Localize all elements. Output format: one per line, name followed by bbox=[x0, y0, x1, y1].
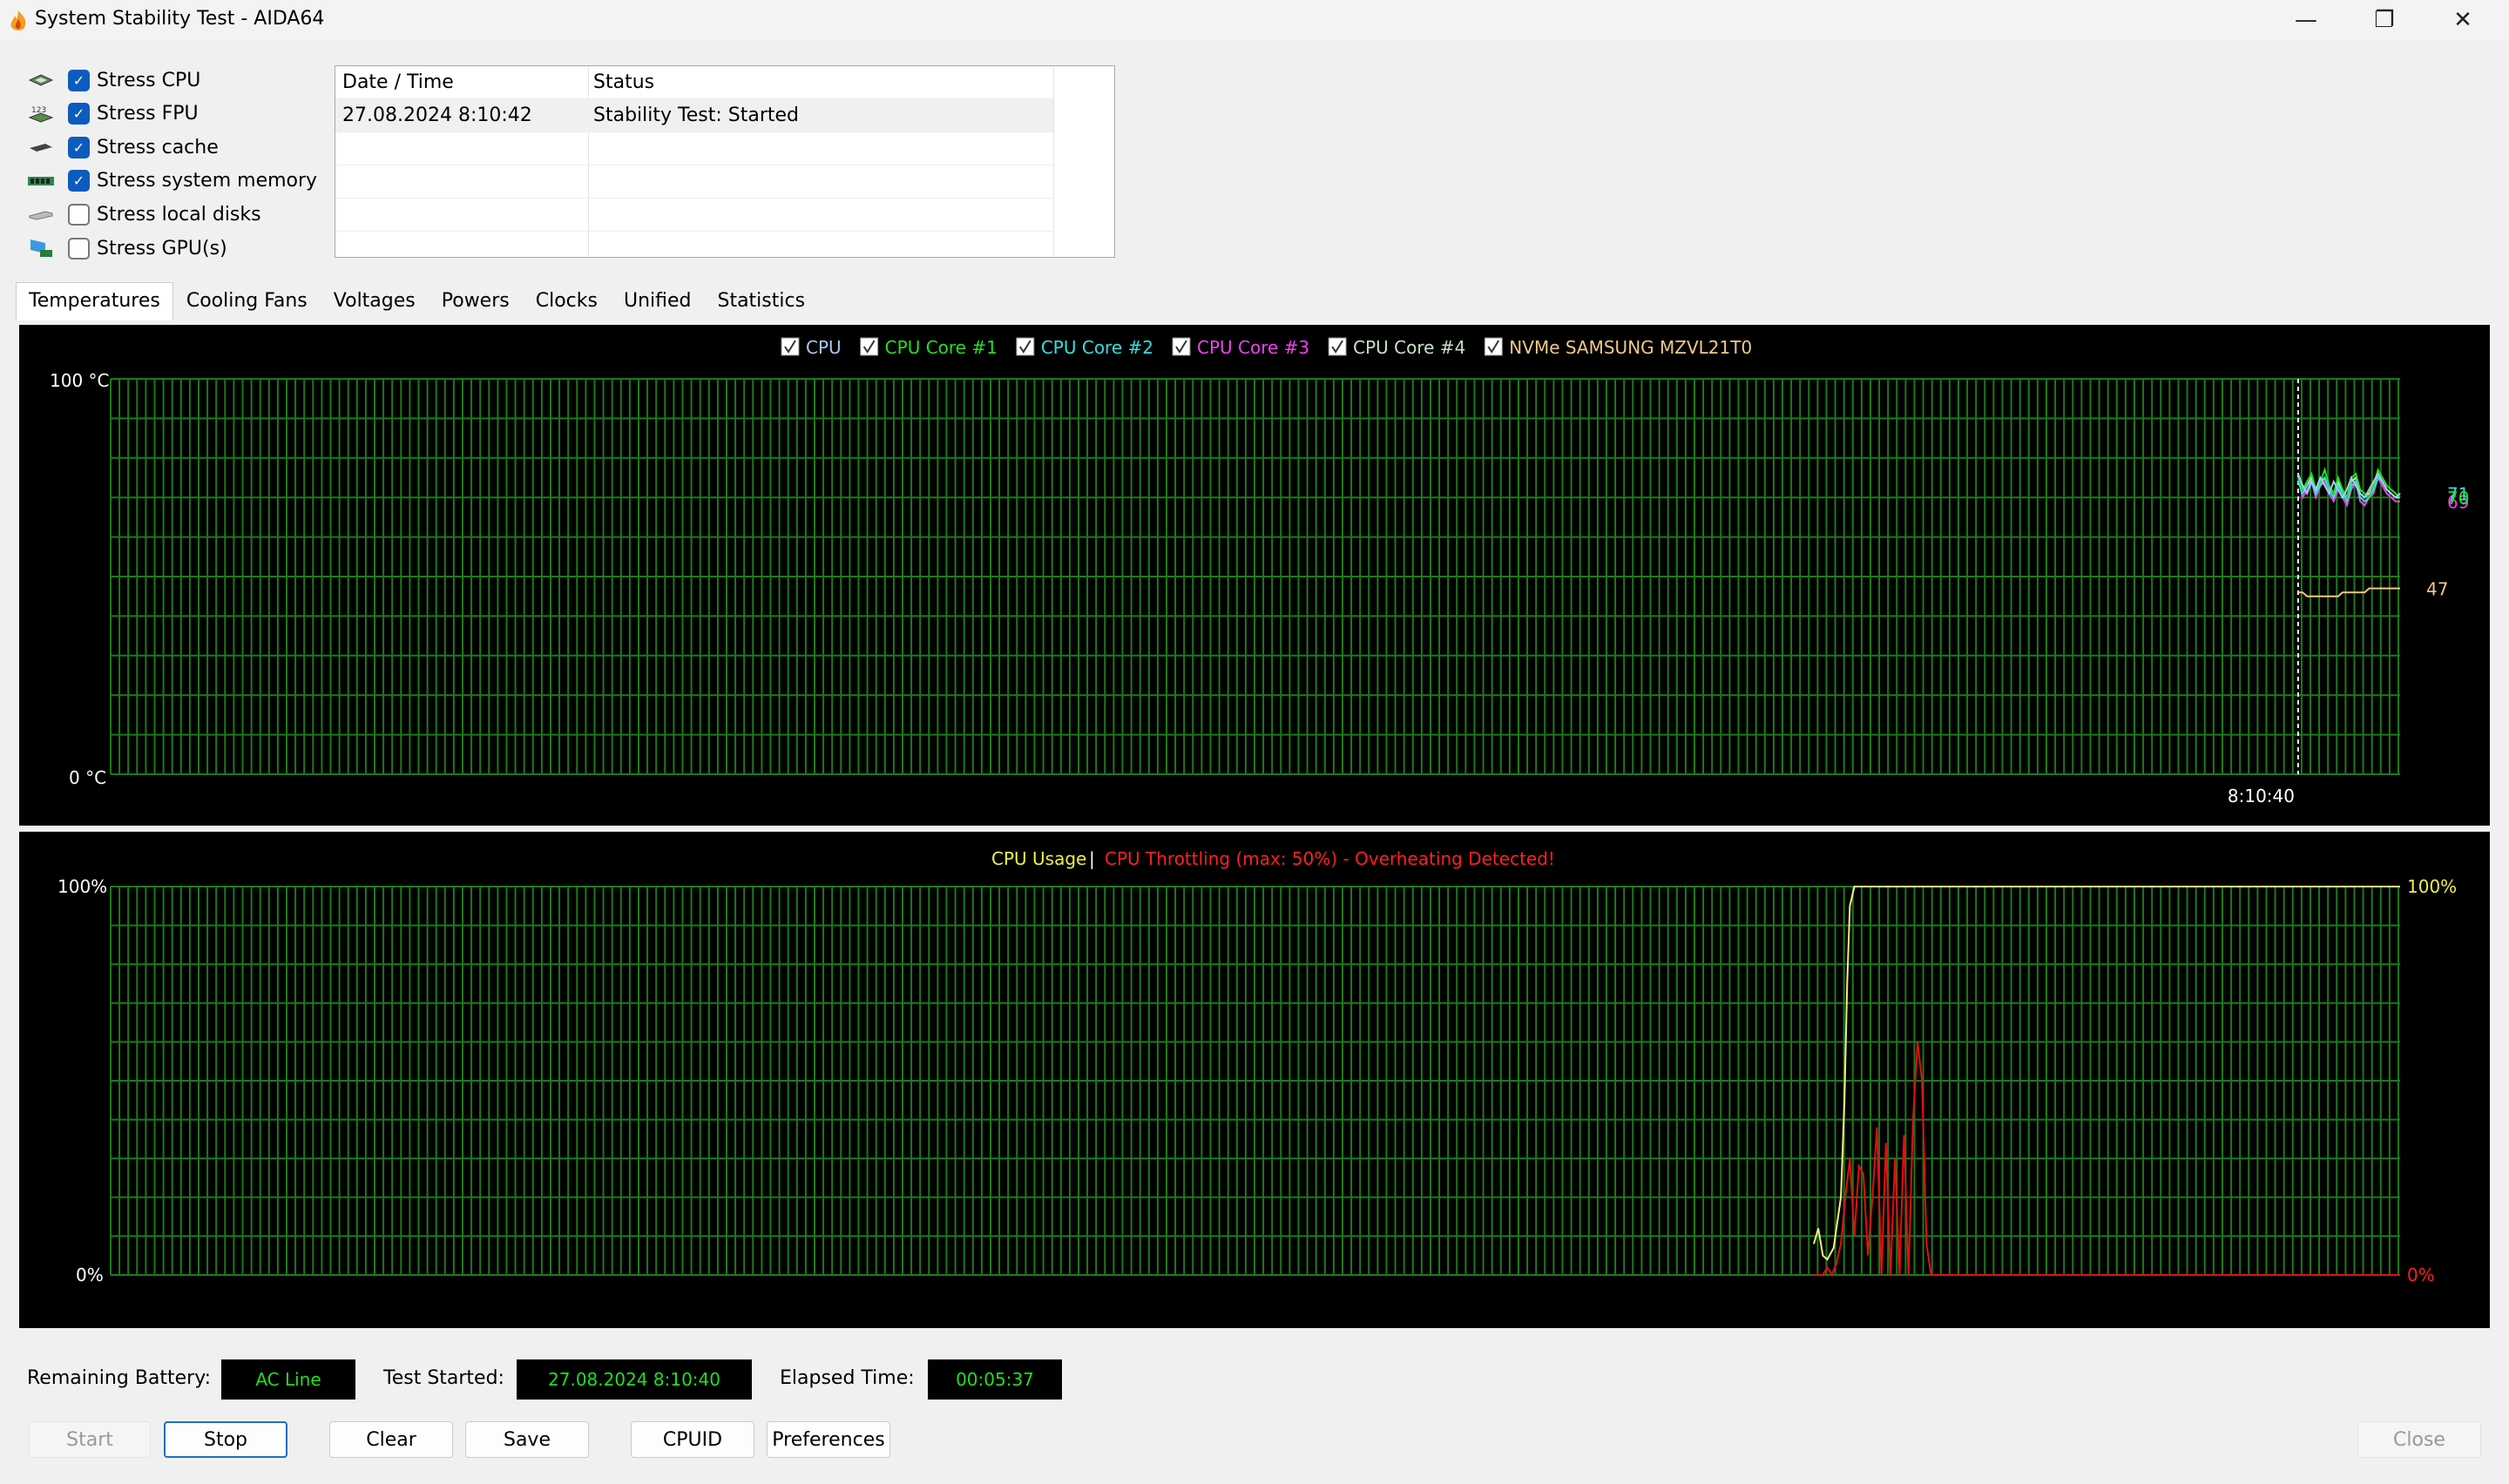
cpu-chip-icon bbox=[26, 71, 56, 90]
save-button[interactable]: Save bbox=[465, 1421, 589, 1458]
legend-checkbox bbox=[1484, 337, 1503, 356]
window-title: System Stability Test - AIDA64 bbox=[35, 8, 325, 30]
restore-button[interactable]: ❐ bbox=[2345, 0, 2424, 40]
legend-nvme-samsung-mzvl21t0: NVMe SAMSUNG MZVL21T0 bbox=[1509, 337, 1752, 358]
time-marker-label: 8:10:40 bbox=[2228, 786, 2295, 806]
option-label: Stress local disks bbox=[97, 203, 261, 226]
cpu-throttling-title: CPU Throttling (max: 50%) - Overheating … bbox=[1105, 848, 1555, 869]
y-max-label: 100% bbox=[57, 876, 107, 897]
tab-temperatures[interactable]: Temperatures bbox=[16, 282, 173, 320]
legend-checkbox bbox=[1016, 337, 1035, 356]
stress-option-2[interactable]: ✓ Stress cache bbox=[26, 131, 219, 164]
tab-bar: Temperatures Cooling Fans Voltages Powers Cl… bbox=[16, 282, 818, 320]
chart-grid bbox=[110, 378, 2400, 775]
column-header-status: Status bbox=[593, 71, 655, 93]
right-min-label: 0% bbox=[2407, 1265, 2435, 1285]
right-max-label: 100% bbox=[2407, 876, 2457, 897]
option-label: Stress CPU bbox=[97, 69, 201, 91]
tab-voltages[interactable]: Voltages bbox=[321, 282, 429, 320]
tab-unified[interactable]: Unified bbox=[611, 282, 705, 320]
column-header-datetime: Date / Time bbox=[342, 71, 454, 93]
cache-chip-icon bbox=[26, 138, 56, 157]
tab-statistics[interactable]: Statistics bbox=[704, 282, 818, 320]
memory-module-icon bbox=[26, 172, 56, 191]
checkbox[interactable]: ✓ bbox=[68, 170, 90, 192]
option-label: Stress cache bbox=[97, 136, 219, 159]
checkbox[interactable]: ✓ bbox=[68, 136, 90, 159]
test-started-label: Test Started: bbox=[383, 1367, 504, 1389]
row-status: Stability Test: Started bbox=[593, 105, 799, 126]
series-line-5 bbox=[2298, 587, 2400, 597]
disk-drive-icon bbox=[26, 205, 56, 224]
tab-powers[interactable]: Powers bbox=[429, 282, 523, 320]
legend-cpu-core-4: CPU Core #4 bbox=[1353, 337, 1465, 358]
start-button[interactable]: Start bbox=[29, 1421, 151, 1458]
aida64-flame-icon bbox=[10, 10, 26, 30]
y-min-label: 0 °C bbox=[69, 767, 106, 788]
temperature-chart: CPU CPU Core #1 CPU Core #2 CPU Core #3 CPU … bbox=[19, 325, 2490, 826]
checkbox[interactable] bbox=[68, 203, 90, 226]
cpuid-button[interactable]: CPUID bbox=[631, 1421, 754, 1458]
test-started-value: 27.08.2024 8:10:40 bbox=[517, 1359, 752, 1400]
cpu-usage-chart: CPU Usage | CPU Throttling (max: 50%) - Ov… bbox=[19, 832, 2490, 1328]
option-label: Stress GPU(s) bbox=[97, 237, 227, 260]
option-label: Stress FPU bbox=[97, 103, 199, 125]
close-window-button[interactable]: ✕ bbox=[2424, 0, 2502, 40]
fpu-chip-icon: 123 bbox=[26, 105, 56, 124]
stress-option-3[interactable]: ✓ Stress system memory bbox=[26, 165, 317, 198]
title-separator: | bbox=[1089, 848, 1095, 869]
battery-label: Remaining Battery: bbox=[27, 1367, 212, 1389]
preferences-button[interactable]: Preferences bbox=[767, 1421, 890, 1458]
legend-checkbox bbox=[781, 337, 800, 356]
tab-cooling-fans[interactable]: Cooling Fans bbox=[173, 282, 321, 320]
clear-button[interactable]: Clear bbox=[329, 1421, 453, 1458]
checkbox[interactable] bbox=[68, 237, 90, 260]
row-time: 27.08.2024 8:10:42 bbox=[342, 105, 532, 126]
tab-clocks[interactable]: Clocks bbox=[523, 282, 611, 320]
option-label: Stress system memory bbox=[97, 170, 318, 192]
series-end-label-1: 70 bbox=[2447, 488, 2469, 509]
battery-value: AC Line bbox=[221, 1359, 355, 1400]
y-max-label: 100 °C bbox=[50, 370, 110, 391]
legend-checkbox bbox=[1328, 337, 1347, 356]
chart-grid bbox=[110, 886, 2400, 1276]
elapsed-time-label: Elapsed Time: bbox=[780, 1367, 915, 1389]
stop-button[interactable]: Stop bbox=[164, 1421, 287, 1458]
legend-checkbox bbox=[1172, 337, 1191, 356]
legend-cpu-core-1: CPU Core #1 bbox=[885, 337, 998, 358]
legend-checkbox bbox=[860, 337, 879, 356]
stress-option-5[interactable]: Stress GPU(s) bbox=[26, 232, 227, 265]
gpu-card-icon bbox=[26, 239, 56, 258]
checkbox[interactable]: ✓ bbox=[68, 69, 90, 91]
elapsed-time-value: 00:05:37 bbox=[928, 1359, 1062, 1400]
table-row[interactable]: 27.08.2024 8:10:42 Stability Test: Starte… bbox=[335, 99, 1053, 132]
checkbox[interactable]: ✓ bbox=[68, 103, 90, 125]
stress-option-1[interactable]: 123 ✓ Stress FPU bbox=[26, 98, 199, 131]
stress-option-0[interactable]: ✓ Stress CPU bbox=[26, 64, 200, 97]
cpu-usage-title: CPU Usage bbox=[991, 848, 1086, 869]
title-bar: System Stability Test - AIDA64 — ❐ ✕ bbox=[0, 0, 2509, 40]
close-button[interactable]: Close bbox=[2357, 1421, 2481, 1458]
status-log-table: Date / Time Status 27.08.2024 8:10:42 Stab… bbox=[335, 65, 1115, 258]
series-end-label-5: 47 bbox=[2426, 579, 2448, 600]
minimize-button[interactable]: — bbox=[2267, 0, 2345, 40]
y-min-label: 0% bbox=[76, 1265, 104, 1285]
legend-cpu: CPU bbox=[806, 337, 842, 358]
legend-cpu-core-2: CPU Core #2 bbox=[1041, 337, 1153, 358]
stress-option-4[interactable]: Stress local disks bbox=[26, 198, 261, 231]
legend-cpu-core-3: CPU Core #3 bbox=[1197, 337, 1309, 358]
